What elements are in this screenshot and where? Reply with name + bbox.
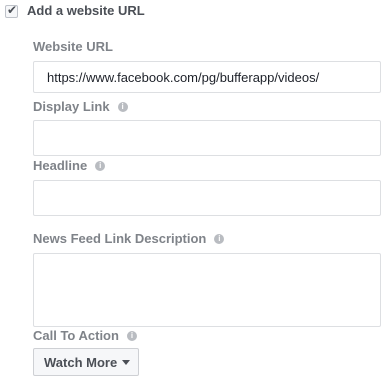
add-website-url-checkbox[interactable]: ✔	[5, 2, 18, 18]
info-icon[interactable]: i	[126, 331, 137, 341]
headline-label: Headline	[33, 158, 88, 173]
info-icon[interactable]: i	[95, 161, 106, 171]
call-to-action-label: Call To Action	[33, 328, 119, 343]
news-feed-link-description-input[interactable]	[33, 253, 381, 327]
add-website-url-label[interactable]: Add a website URL	[27, 3, 145, 19]
call-to-action-selected: Watch More	[44, 354, 118, 370]
info-icon[interactable]: i	[214, 234, 225, 244]
news-feed-link-description-label: News Feed Link Description	[33, 231, 207, 246]
call-to-action-dropdown[interactable]: Watch More	[33, 348, 140, 376]
checkmark-icon: ✔	[7, 2, 18, 17]
display-link-label: Display Link	[33, 99, 110, 114]
website-url-label: Website URL	[33, 39, 113, 54]
info-icon[interactable]: i	[117, 102, 128, 112]
website-url-input[interactable]	[33, 61, 381, 93]
add-website-url-row[interactable]: ✔ Add a website URL	[5, 3, 145, 19]
caret-down-icon	[122, 360, 131, 365]
display-link-input[interactable]	[33, 120, 381, 156]
headline-label-row: Headline i	[33, 158, 106, 174]
news-feed-link-description-label-row: News Feed Link Description i	[33, 231, 225, 247]
display-link-label-row: Display Link i	[33, 99, 128, 115]
call-to-action-label-row: Call To Action i	[33, 328, 137, 344]
headline-input[interactable]	[33, 180, 381, 216]
